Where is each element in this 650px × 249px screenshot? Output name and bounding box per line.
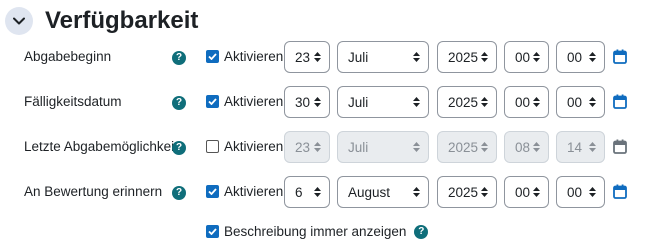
- select-caret-icon: [589, 52, 596, 62]
- enable-checkbox[interactable]: Aktivieren: [206, 184, 283, 199]
- help-icon[interactable]: ?: [172, 186, 186, 200]
- select-caret-icon: [533, 187, 540, 197]
- checkbox-label: Aktivieren: [224, 184, 284, 199]
- month-value: Juli: [348, 94, 369, 110]
- minute-select[interactable]: 00: [556, 41, 605, 73]
- minute-value: 00: [567, 94, 583, 110]
- year-value: 2025: [448, 49, 479, 65]
- section-title: Verfügbarkeit: [45, 7, 199, 34]
- chevron-down-icon: [13, 12, 25, 30]
- select-caret-icon: [533, 97, 540, 107]
- checkbox-label: Beschreibung immer anzeigen: [224, 224, 407, 239]
- minute-value: 14: [567, 139, 583, 155]
- year-value: 2025: [448, 94, 479, 110]
- select-caret-icon: [481, 52, 488, 62]
- minute-select[interactable]: 00: [556, 176, 605, 208]
- checkbox-label: Aktivieren: [224, 49, 284, 64]
- checkbox-checked-icon[interactable]: [206, 185, 219, 198]
- help-icon[interactable]: ?: [172, 141, 186, 155]
- select-caret-icon: [413, 52, 420, 62]
- day-select[interactable]: 6: [284, 176, 330, 208]
- month-select[interactable]: August: [337, 176, 429, 208]
- hour-value: 00: [515, 49, 531, 65]
- select-caret-icon: [481, 97, 488, 107]
- year-select: 2025: [437, 131, 497, 163]
- row-label: Fälligkeitsdatum: [24, 94, 122, 109]
- hour-select[interactable]: 00: [504, 86, 549, 118]
- minute-value: 00: [567, 49, 583, 65]
- year-value: 2025: [448, 139, 479, 155]
- calendar-icon[interactable]: [613, 94, 627, 109]
- hour-select[interactable]: 00: [504, 41, 549, 73]
- checkbox-unchecked-icon[interactable]: [206, 140, 219, 153]
- checkbox-label: Aktivieren: [224, 94, 284, 109]
- row-label: An Bewertung erinnern: [24, 184, 163, 199]
- day-select[interactable]: 30: [284, 86, 330, 118]
- checkbox-checked-icon[interactable]: [206, 95, 219, 108]
- year-select[interactable]: 2025: [437, 86, 497, 118]
- calendar-icon[interactable]: [613, 184, 627, 199]
- minute-select[interactable]: 00: [556, 86, 605, 118]
- hour-select: 08: [504, 131, 549, 163]
- year-select[interactable]: 2025: [437, 176, 497, 208]
- enable-checkbox[interactable]: Aktivieren: [206, 139, 283, 154]
- select-caret-icon: [589, 187, 596, 197]
- select-caret-icon: [413, 97, 420, 107]
- month-select[interactable]: Juli: [337, 86, 429, 118]
- help-icon[interactable]: ?: [172, 51, 186, 65]
- month-select[interactable]: Juli: [337, 41, 429, 73]
- help-icon[interactable]: ?: [414, 224, 429, 239]
- checkbox-checked-icon[interactable]: [206, 225, 219, 238]
- date-row-an-bewertung-erinnern: An Bewertung erinnern ? Aktivieren 6 Aug…: [0, 176, 650, 210]
- select-caret-icon: [533, 142, 540, 152]
- checkbox-checked-icon[interactable]: [206, 50, 219, 63]
- calendar-icon: [613, 139, 627, 154]
- hour-value: 00: [515, 94, 531, 110]
- month-value: Juli: [348, 139, 369, 155]
- hour-value: 08: [515, 139, 531, 155]
- month-value: Juli: [348, 49, 369, 65]
- select-caret-icon: [481, 187, 488, 197]
- select-caret-icon: [314, 97, 321, 107]
- checkbox-label: Aktivieren: [224, 139, 284, 154]
- enable-checkbox[interactable]: Aktivieren: [206, 49, 283, 64]
- select-caret-icon: [533, 52, 540, 62]
- minute-select: 14: [556, 131, 605, 163]
- hour-select[interactable]: 00: [504, 176, 549, 208]
- hour-value: 00: [515, 184, 531, 200]
- date-row-abgabebeginn: Abgabebeginn ? Aktivieren 23 Juli 2025 0…: [0, 41, 650, 75]
- row-label: Letzte Abgabemöglichkeit: [24, 139, 178, 154]
- select-caret-icon: [413, 187, 420, 197]
- day-value: 30: [295, 94, 311, 110]
- select-caret-icon: [413, 142, 420, 152]
- date-row-faelligkeitsdatum: Fälligkeitsdatum ? Aktivieren 30 Juli 20…: [0, 86, 650, 120]
- help-icon[interactable]: ?: [172, 96, 186, 110]
- day-value: 23: [295, 49, 311, 65]
- collapse-toggle-button[interactable]: [5, 7, 33, 35]
- minute-value: 00: [567, 184, 583, 200]
- select-caret-icon: [481, 142, 488, 152]
- select-caret-icon: [589, 97, 596, 107]
- row-label: Abgabebeginn: [24, 49, 112, 64]
- enable-checkbox[interactable]: Aktivieren: [206, 94, 283, 109]
- day-value: 6: [295, 184, 303, 200]
- year-select[interactable]: 2025: [437, 41, 497, 73]
- day-select: 23: [284, 131, 330, 163]
- year-value: 2025: [448, 184, 479, 200]
- select-caret-icon: [314, 187, 321, 197]
- date-row-letzte-abgabemoeglichkeit: Letzte Abgabemöglichkeit ? Aktivieren 23…: [0, 131, 650, 165]
- month-select: Juli: [337, 131, 429, 163]
- always-show-description-checkbox[interactable]: Beschreibung immer anzeigen ?: [206, 224, 429, 239]
- calendar-icon[interactable]: [613, 49, 627, 64]
- select-caret-icon: [589, 142, 596, 152]
- select-caret-icon: [314, 142, 321, 152]
- select-caret-icon: [314, 52, 321, 62]
- month-value: August: [348, 184, 391, 200]
- day-value: 23: [295, 139, 311, 155]
- day-select[interactable]: 23: [284, 41, 330, 73]
